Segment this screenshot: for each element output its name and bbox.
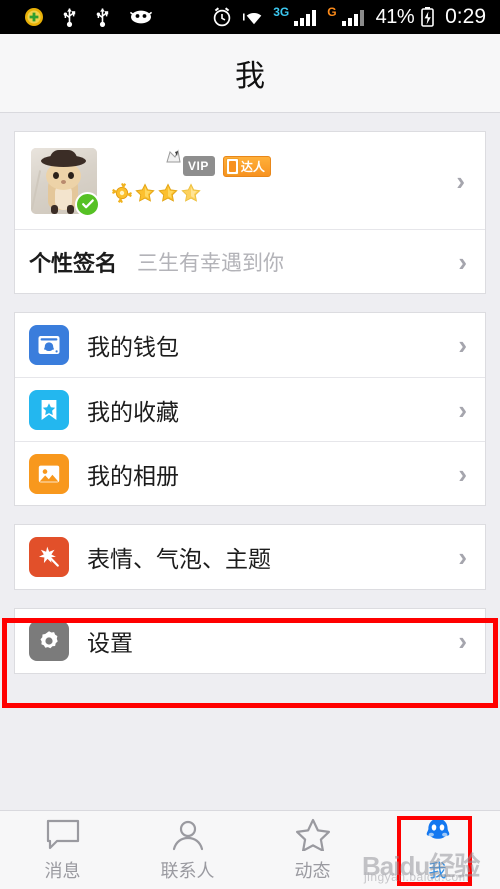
tab-me[interactable]: 我 xyxy=(375,811,500,889)
gear-icon xyxy=(29,621,69,661)
level-star-icon xyxy=(111,182,133,209)
level-star-icon xyxy=(157,182,179,209)
tab-label: 联系人 xyxy=(160,861,215,882)
profile-badges-area: VIP 达人 xyxy=(111,149,271,209)
chevron-right-icon: › xyxy=(458,394,467,425)
status-bar-left-icons xyxy=(10,7,154,28)
crown-icon xyxy=(166,149,188,165)
star-outline-icon xyxy=(295,817,331,851)
chat-bubble-icon xyxy=(45,817,81,851)
level-star-icon xyxy=(134,182,156,209)
usb-icon xyxy=(62,7,77,28)
sim1-network-label: 3G xyxy=(273,5,290,19)
chevron-right-icon: › xyxy=(458,330,467,360)
tab-label: 我 xyxy=(428,861,447,882)
qq-penguin-icon xyxy=(420,817,456,851)
signature-label: 个性签名 xyxy=(29,251,118,277)
alarm-clock-icon xyxy=(211,6,233,28)
row-my-album[interactable]: 我的相册 › xyxy=(15,441,485,505)
signature-value: 三生有幸遇到你 xyxy=(137,250,285,275)
row-label: 我的相册 xyxy=(87,463,179,490)
sim1-signal-bars-icon xyxy=(294,9,317,26)
wifi-icon xyxy=(241,7,267,27)
battery-percent-label: 41% xyxy=(375,5,415,28)
usb-icon xyxy=(95,7,110,28)
wallet-icon xyxy=(29,325,69,365)
daren-label: 达人 xyxy=(240,159,265,174)
row-settings[interactable]: 设置 › xyxy=(15,609,485,673)
chevron-right-icon: › xyxy=(458,246,467,277)
security-shield-icon xyxy=(24,7,44,27)
row-signature[interactable]: 个性签名 三生有幸遇到你 › xyxy=(15,229,485,293)
menu-group-theme: 表情、气泡、主题 › xyxy=(14,524,486,590)
verified-check-icon xyxy=(75,191,100,217)
tab-contacts[interactable]: 联系人 xyxy=(125,811,250,889)
status-bar-right-icons: 3G G 41% 0:29 xyxy=(211,5,490,29)
bottom-tab-bar: 消息 联系人 动态 我 xyxy=(0,810,500,889)
menu-group-settings: 设置 › xyxy=(14,608,486,674)
phone-icon xyxy=(225,157,239,175)
sim2-network-label: G xyxy=(327,5,337,19)
chevron-right-icon: › xyxy=(456,165,465,196)
row-label: 我的收藏 xyxy=(87,399,179,426)
profile-row[interactable]: VIP 达人 › xyxy=(15,132,485,229)
level-star-icon xyxy=(180,182,202,209)
profile-card: VIP 达人 › 个性签名 三生有幸遇到你 › xyxy=(14,131,486,294)
row-label: 设置 xyxy=(87,631,133,657)
photo-album-icon xyxy=(29,453,69,494)
sim2-signal-bars-icon xyxy=(341,9,364,26)
vip-badge[interactable]: VIP xyxy=(166,149,215,176)
page-title: 我 xyxy=(235,59,265,94)
status-bar: 3G G 41% 0:29 xyxy=(0,0,500,34)
tab-label: 动态 xyxy=(294,861,331,882)
page-title-bar: 我 xyxy=(0,34,500,113)
row-my-wallet[interactable]: 我的钱包 › xyxy=(15,313,485,377)
bookmark-star-icon xyxy=(29,389,69,430)
chevron-right-icon: › xyxy=(458,626,467,656)
row-my-favorites[interactable]: 我的收藏 › xyxy=(15,377,485,441)
level-stars xyxy=(111,182,271,209)
clock-label: 0:29 xyxy=(445,5,486,28)
tab-messages[interactable]: 消息 xyxy=(0,811,125,889)
chevron-right-icon: › xyxy=(458,542,467,572)
row-label: 我的钱包 xyxy=(87,335,179,361)
sparkle-wand-icon xyxy=(29,537,69,577)
menu-group-personal: 我的钱包 › 我的收藏 › 我的相册 › xyxy=(14,312,486,506)
badge-row: VIP 达人 xyxy=(111,149,271,178)
row-emoji-bubble-theme[interactable]: 表情、气泡、主题 › xyxy=(15,525,485,589)
android-debug-icon xyxy=(128,8,154,26)
row-label: 表情、气泡、主题 xyxy=(87,547,271,573)
tab-feed[interactable]: 动态 xyxy=(250,811,375,889)
person-icon xyxy=(170,817,206,851)
avatar[interactable] xyxy=(31,147,100,217)
daren-badge[interactable]: 达人 xyxy=(222,155,271,177)
chevron-right-icon: › xyxy=(458,458,467,489)
tab-label: 消息 xyxy=(44,861,81,882)
vip-label: VIP xyxy=(188,159,209,173)
battery-charging-icon xyxy=(420,6,435,28)
